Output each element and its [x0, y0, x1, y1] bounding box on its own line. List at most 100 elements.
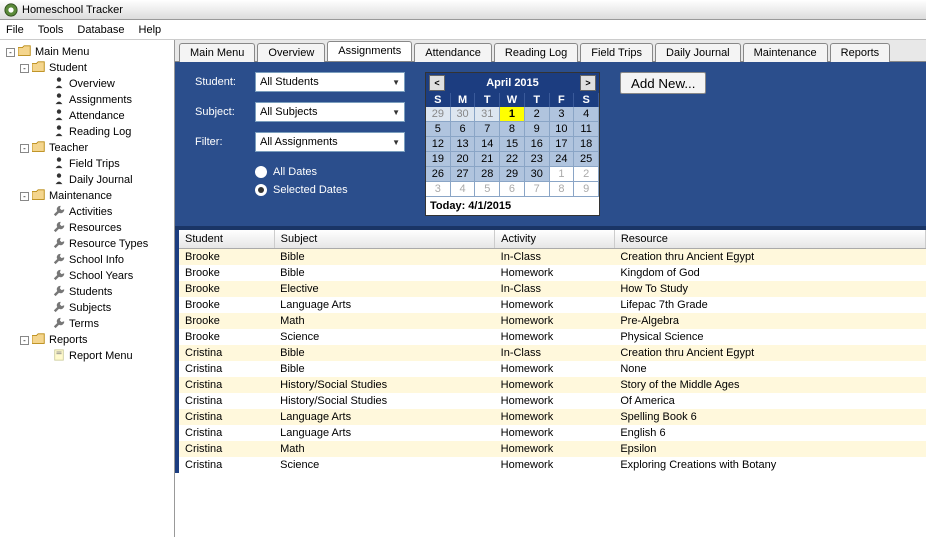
tree-item-school-years[interactable]: School Years	[2, 268, 172, 284]
calendar-day[interactable]: 1	[550, 167, 575, 182]
tree-item-daily-journal[interactable]: Daily Journal	[2, 172, 172, 188]
calendar-day[interactable]: 30	[451, 107, 476, 122]
calendar-day[interactable]: 3	[550, 107, 575, 122]
calendar-today-label[interactable]: Today: 4/1/2015	[426, 197, 599, 215]
calendar-day[interactable]: 6	[500, 182, 525, 197]
tree-expander-icon[interactable]: -	[20, 192, 29, 201]
calendar-day[interactable]: 29	[500, 167, 525, 182]
calendar-day[interactable]: 15	[500, 137, 525, 152]
table-row[interactable]: CristinaHistory/Social StudiesHomeworkOf…	[177, 393, 926, 409]
calendar-day[interactable]: 30	[525, 167, 550, 182]
table-row[interactable]: BrookeBibleHomeworkKingdom of God	[177, 265, 926, 281]
tree-item-resources[interactable]: Resources	[2, 220, 172, 236]
calendar-day[interactable]: 6	[451, 122, 476, 137]
all-dates-radio[interactable]	[255, 166, 267, 178]
tab-main-menu[interactable]: Main Menu	[179, 43, 255, 62]
calendar-day[interactable]: 27	[451, 167, 476, 182]
tab-overview[interactable]: Overview	[257, 43, 325, 62]
calendar-day[interactable]: 8	[550, 182, 575, 197]
menu-tools[interactable]: Tools	[38, 24, 64, 36]
tab-field-trips[interactable]: Field Trips	[580, 43, 653, 62]
calendar-day[interactable]: 28	[475, 167, 500, 182]
tree-item-main-menu[interactable]: -Main Menu	[2, 44, 172, 60]
tree-item-resource-types[interactable]: Resource Types	[2, 236, 172, 252]
tree-item-student[interactable]: -Student	[2, 60, 172, 76]
tab-daily-journal[interactable]: Daily Journal	[655, 43, 741, 62]
calendar-day[interactable]: 5	[426, 122, 451, 137]
tab-maintenance[interactable]: Maintenance	[743, 43, 828, 62]
table-row[interactable]: CristinaBibleHomeworkNone	[177, 361, 926, 377]
calendar-day[interactable]: 11	[574, 122, 599, 137]
tab-reading-log[interactable]: Reading Log	[494, 43, 578, 62]
tab-assignments[interactable]: Assignments	[327, 41, 412, 61]
tree-item-field-trips[interactable]: Field Trips	[2, 156, 172, 172]
calendar-day[interactable]: 25	[574, 152, 599, 167]
tree-item-attendance[interactable]: Attendance	[2, 108, 172, 124]
calendar-day[interactable]: 4	[451, 182, 476, 197]
column-header-resource[interactable]: Resource	[614, 230, 925, 249]
table-row[interactable]: BrookeMathHomeworkPre-Algebra	[177, 313, 926, 329]
table-row[interactable]: BrookeBibleIn-ClassCreation thru Ancient…	[177, 249, 926, 266]
calendar-day[interactable]: 7	[475, 122, 500, 137]
tree-expander-icon[interactable]: -	[20, 144, 29, 153]
calendar-day[interactable]: 5	[475, 182, 500, 197]
tree-item-maintenance[interactable]: -Maintenance	[2, 188, 172, 204]
calendar-day[interactable]: 22	[500, 152, 525, 167]
menu-database[interactable]: Database	[77, 24, 124, 36]
calendar-day[interactable]: 20	[451, 152, 476, 167]
calendar-day[interactable]: 3	[426, 182, 451, 197]
calendar-day[interactable]: 14	[475, 137, 500, 152]
table-row[interactable]: CristinaHistory/Social StudiesHomeworkSt…	[177, 377, 926, 393]
calendar-next-button[interactable]: >	[580, 75, 596, 91]
calendar-day[interactable]: 19	[426, 152, 451, 167]
calendar-day[interactable]: 31	[475, 107, 500, 122]
calendar-day[interactable]: 9	[525, 122, 550, 137]
calendar-day[interactable]: 24	[550, 152, 575, 167]
column-header-student[interactable]: Student	[177, 230, 274, 249]
calendar-day[interactable]: 29	[426, 107, 451, 122]
tree-item-subjects[interactable]: Subjects	[2, 300, 172, 316]
table-row[interactable]: CristinaMathHomeworkEpsilon	[177, 441, 926, 457]
table-row[interactable]: BrookeLanguage ArtsHomeworkLifepac 7th G…	[177, 297, 926, 313]
calendar-prev-button[interactable]: <	[429, 75, 445, 91]
column-header-subject[interactable]: Subject	[274, 230, 495, 249]
tree-item-reports[interactable]: -Reports	[2, 332, 172, 348]
selected-dates-radio[interactable]	[255, 184, 267, 196]
student-combo[interactable]: All Students ▼	[255, 72, 405, 92]
table-row[interactable]: CristinaBibleIn-ClassCreation thru Ancie…	[177, 345, 926, 361]
tree-item-school-info[interactable]: School Info	[2, 252, 172, 268]
menu-help[interactable]: Help	[139, 24, 162, 36]
tree-expander-icon[interactable]: -	[6, 48, 15, 57]
calendar-day[interactable]: 4	[574, 107, 599, 122]
tree-expander-icon[interactable]: -	[20, 336, 29, 345]
table-row[interactable]: BrookeElectiveIn-ClassHow To Study	[177, 281, 926, 297]
tree-item-activities[interactable]: Activities	[2, 204, 172, 220]
tree-item-assignments[interactable]: Assignments	[2, 92, 172, 108]
table-row[interactable]: CristinaLanguage ArtsHomeworkSpelling Bo…	[177, 409, 926, 425]
tree-item-report-menu[interactable]: Report Menu	[2, 348, 172, 364]
calendar-day[interactable]: 21	[475, 152, 500, 167]
calendar-day[interactable]: 17	[550, 137, 575, 152]
calendar-day[interactable]: 2	[525, 107, 550, 122]
calendar-day[interactable]: 1	[500, 107, 525, 122]
tree-item-overview[interactable]: Overview	[2, 76, 172, 92]
tree-item-terms[interactable]: Terms	[2, 316, 172, 332]
column-header-activity[interactable]: Activity	[495, 230, 615, 249]
calendar-day[interactable]: 13	[451, 137, 476, 152]
tab-reports[interactable]: Reports	[830, 43, 891, 62]
calendar-day[interactable]: 12	[426, 137, 451, 152]
calendar-day[interactable]: 23	[525, 152, 550, 167]
calendar-day[interactable]: 10	[550, 122, 575, 137]
tree-item-students[interactable]: Students	[2, 284, 172, 300]
calendar-day[interactable]: 16	[525, 137, 550, 152]
table-row[interactable]: CristinaScienceHomeworkExploring Creatio…	[177, 457, 926, 473]
tree-expander-icon[interactable]: -	[20, 64, 29, 73]
calendar-day[interactable]: 9	[574, 182, 599, 197]
tab-attendance[interactable]: Attendance	[414, 43, 492, 62]
table-row[interactable]: BrookeScienceHomeworkPhysical Science	[177, 329, 926, 345]
add-new-button[interactable]: Add New...	[620, 72, 706, 94]
menu-file[interactable]: File	[6, 24, 24, 36]
calendar-day[interactable]: 26	[426, 167, 451, 182]
calendar-day[interactable]: 18	[574, 137, 599, 152]
calendar-day[interactable]: 7	[525, 182, 550, 197]
